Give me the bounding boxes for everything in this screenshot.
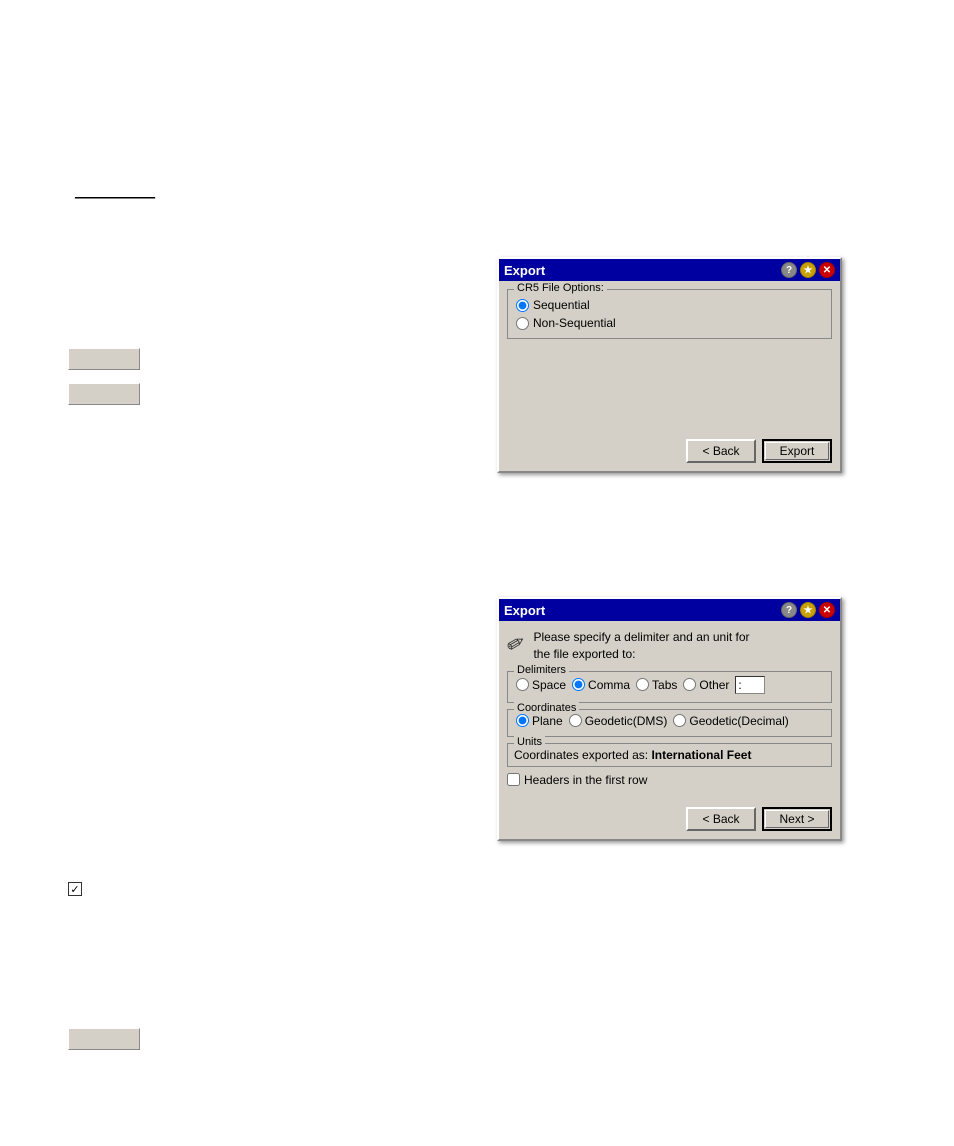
geodetic-dms-label: Geodetic(DMS) xyxy=(585,714,668,728)
space-radio[interactable] xyxy=(516,678,529,691)
geodetic-decimal-radio[interactable] xyxy=(673,714,686,727)
help-button[interactable]: ? xyxy=(781,262,797,278)
units-value: International Feet xyxy=(651,748,751,762)
headers-checkbox[interactable] xyxy=(507,773,520,786)
nonsequential-option[interactable]: Non-Sequential xyxy=(516,316,823,330)
cr5-group-label: CR5 File Options: xyxy=(514,282,607,294)
coordinates-label: Coordinates xyxy=(514,702,579,714)
dialog1-footer: < Back Export xyxy=(499,433,840,471)
tabs-radio[interactable] xyxy=(636,678,649,691)
info-line2: the file exported to: xyxy=(533,646,749,663)
info-text: Please specify a delimiter and an unit f… xyxy=(533,629,749,663)
geodetic-decimal-option[interactable]: Geodetic(Decimal) xyxy=(673,714,788,728)
dialog2-back-button[interactable]: < Back xyxy=(686,807,756,831)
sequential-label: Sequential xyxy=(533,298,590,312)
geodetic-dms-radio[interactable] xyxy=(569,714,582,727)
export-dialog-2: Export ? ★ ✕ ✏ Please specify a delimite… xyxy=(497,597,842,841)
geodetic-dms-option[interactable]: Geodetic(DMS) xyxy=(569,714,668,728)
delimiters-group: Delimiters Space Comma Tabs Other xyxy=(507,671,832,703)
left-button-3[interactable] xyxy=(68,1028,140,1050)
checkbox-area: ✓ xyxy=(68,882,82,896)
delimiters-label: Delimiters xyxy=(514,664,569,676)
plane-label: Plane xyxy=(532,714,563,728)
tabs-option[interactable]: Tabs xyxy=(636,678,677,692)
sequential-radio[interactable] xyxy=(516,299,529,312)
dialog2-star-button[interactable]: ★ xyxy=(800,602,816,618)
geodetic-decimal-label: Geodetic(Decimal) xyxy=(689,714,788,728)
info-line1: Please specify a delimiter and an unit f… xyxy=(533,629,749,646)
dialog1-title: Export xyxy=(504,263,545,278)
pencil-icon: ✏ xyxy=(502,628,531,660)
tabs-label: Tabs xyxy=(652,678,677,692)
checkbox-icon[interactable]: ✓ xyxy=(68,882,82,896)
plane-option[interactable]: Plane xyxy=(516,714,563,728)
dialog2-titlebar: Export ? ★ ✕ xyxy=(499,599,840,621)
export-dialog-1: Export ? ★ ✕ CR5 File Options: Sequentia… xyxy=(497,257,842,473)
dialog2-body: ✏ Please specify a delimiter and an unit… xyxy=(499,621,840,801)
delimiter-options: Space Comma Tabs Other xyxy=(516,676,823,694)
units-text: Coordinates exported as: xyxy=(514,748,648,762)
other-option[interactable]: Other xyxy=(683,678,729,692)
dialog1-titlebar: Export ? ★ ✕ xyxy=(499,259,840,281)
nonsequential-label: Non-Sequential xyxy=(533,316,616,330)
dialog2-footer: < Back Next > xyxy=(499,801,840,839)
plane-radio[interactable] xyxy=(516,714,529,727)
comma-radio[interactable] xyxy=(572,678,585,691)
headers-label: Headers in the first row xyxy=(524,773,647,787)
dialog1-spacer xyxy=(507,345,832,425)
other-radio[interactable] xyxy=(683,678,696,691)
coordinates-group: Coordinates Plane Geodetic(DMS) Geodetic… xyxy=(507,709,832,737)
units-group: Units Coordinates exported as: Internati… xyxy=(507,743,832,767)
dialog1-titlebar-buttons: ? ★ ✕ xyxy=(781,262,835,278)
headers-row[interactable]: Headers in the first row xyxy=(507,773,832,787)
comma-label: Comma xyxy=(588,678,630,692)
dialog2-help-button[interactable]: ? xyxy=(781,602,797,618)
left-button-2[interactable] xyxy=(68,383,140,405)
dialog2-title: Export xyxy=(504,603,545,618)
nonsequential-radio[interactable] xyxy=(516,317,529,330)
next-button[interactable]: Next > xyxy=(762,807,832,831)
sequential-option[interactable]: Sequential xyxy=(516,298,823,312)
dialog1-body: CR5 File Options: Sequential Non-Sequent… xyxy=(499,281,840,433)
info-row: ✏ Please specify a delimiter and an unit… xyxy=(507,629,832,663)
dialog2-titlebar-buttons: ? ★ ✕ xyxy=(781,602,835,618)
space-label: Space xyxy=(532,678,566,692)
left-button-1[interactable] xyxy=(68,348,140,370)
cr5-file-options-group: CR5 File Options: Sequential Non-Sequent… xyxy=(507,289,832,339)
other-label: Other xyxy=(699,678,729,692)
left-link[interactable]: ____________ xyxy=(75,185,155,199)
units-label: Units xyxy=(514,736,545,748)
close-button[interactable]: ✕ xyxy=(819,262,835,278)
dialog2-close-button[interactable]: ✕ xyxy=(819,602,835,618)
other-input[interactable] xyxy=(735,676,765,694)
export-button[interactable]: Export xyxy=(762,439,832,463)
space-option[interactable]: Space xyxy=(516,678,566,692)
coord-options: Plane Geodetic(DMS) Geodetic(Decimal) xyxy=(516,714,823,728)
back-button[interactable]: < Back xyxy=(686,439,756,463)
comma-option[interactable]: Comma xyxy=(572,678,630,692)
star-button[interactable]: ★ xyxy=(800,262,816,278)
